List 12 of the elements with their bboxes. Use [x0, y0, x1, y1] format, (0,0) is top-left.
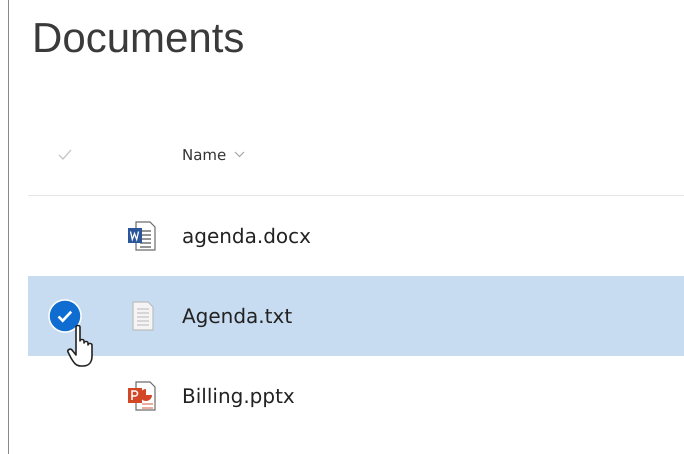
word-document-icon — [127, 220, 157, 252]
presentation-file-icon — [127, 380, 157, 412]
column-header[interactable]: Name — [182, 146, 246, 164]
file-name[interactable]: Billing.pptx — [182, 384, 295, 408]
file-row[interactable]: Billing.pptx — [28, 356, 684, 436]
file-name[interactable]: Agenda.txt — [182, 304, 292, 328]
checkmark-circle-icon[interactable] — [48, 299, 82, 333]
file-name[interactable]: agenda.docx — [182, 224, 312, 248]
page-title: Documents — [31, 13, 246, 63]
checkmark-icon[interactable] — [58, 149, 72, 160]
file-row[interactable]: agenda.docx — [28, 196, 684, 276]
chevron-down-icon — [234, 151, 246, 158]
